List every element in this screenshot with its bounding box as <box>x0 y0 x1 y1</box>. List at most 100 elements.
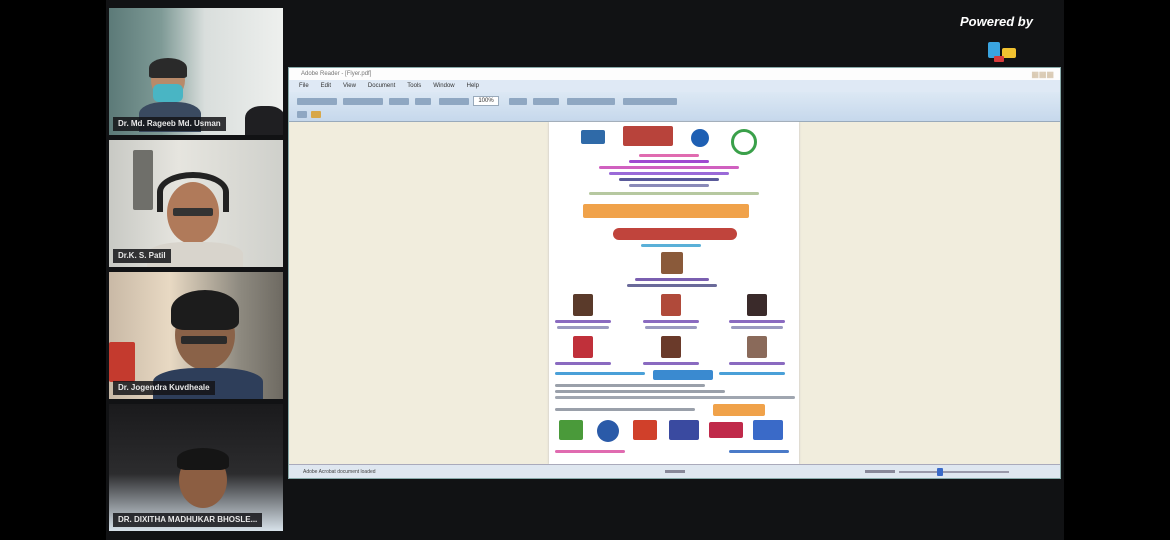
toolbar-button-email[interactable] <box>389 98 409 105</box>
zoom-slider-handle[interactable] <box>937 468 943 476</box>
text-line <box>731 326 783 329</box>
menu-document[interactable]: Document <box>368 80 395 92</box>
speaker-photo <box>747 336 767 358</box>
toolbar-button-sign[interactable] <box>567 98 615 105</box>
toolbar-button-page[interactable] <box>439 98 469 105</box>
text-line <box>555 362 611 365</box>
participant-name: Dr. Md. Rageeb Md. Usman <box>113 117 226 131</box>
text-line <box>641 244 701 247</box>
participant-hair <box>149 58 187 78</box>
shadow-figure <box>245 106 283 135</box>
sponsor-logo-icon <box>709 422 743 438</box>
speaker-photo <box>747 294 767 316</box>
text-line <box>555 396 795 399</box>
toolbar-button-print[interactable] <box>343 98 383 105</box>
text-line <box>627 284 717 287</box>
powered-by-label: Powered by <box>960 14 1033 29</box>
text-line <box>635 278 709 281</box>
sponsor-logo-icon <box>559 420 583 440</box>
menu-help[interactable]: Help <box>467 80 479 92</box>
background-object <box>109 342 135 382</box>
participant-hair <box>171 290 239 330</box>
shared-screen[interactable]: Adobe Reader - [Flyer.pdf] ▦▦▦ File Edit… <box>288 67 1061 479</box>
face-mask <box>153 84 183 102</box>
text-line <box>599 166 739 169</box>
menu-window[interactable]: Window <box>433 80 454 92</box>
text-line <box>729 320 785 323</box>
text-line <box>643 362 699 365</box>
text-line <box>639 154 699 157</box>
speaker-photo <box>573 294 593 316</box>
presenter-watermark-icon: ▦▦▦ <box>1031 70 1054 79</box>
participant-tile-2[interactable]: Dr.K. S. Patil <box>109 140 283 267</box>
speaker-photo <box>661 252 683 274</box>
text-line <box>629 184 709 187</box>
zoom-slider-label <box>865 470 895 473</box>
participant-tile-1[interactable]: Dr. Md. Rageeb Md. Usman <box>109 8 283 135</box>
speaker-photo <box>661 294 681 316</box>
text-line <box>719 372 785 375</box>
text-line <box>555 372 645 375</box>
text-line <box>609 172 729 175</box>
participant-name: Dr.K. S. Patil <box>113 249 171 263</box>
register-badge <box>713 404 765 416</box>
glasses <box>173 208 213 216</box>
text-line <box>555 450 625 453</box>
text-line <box>555 408 695 411</box>
status-bar: Adobe Acrobat document loaded <box>289 464 1060 478</box>
text-line <box>729 450 789 453</box>
toolbar-button-find[interactable] <box>415 98 431 105</box>
logo-2-icon <box>623 126 673 146</box>
toolbar-button-select[interactable] <box>311 111 321 118</box>
text-line <box>729 362 785 365</box>
menu-file[interactable]: File <box>299 80 309 92</box>
pdf-page <box>549 122 799 464</box>
status-text: Adobe Acrobat document loaded <box>303 469 376 475</box>
document-viewport[interactable] <box>289 122 1060 464</box>
text-line <box>645 326 697 329</box>
glasses <box>181 336 227 344</box>
participant-tile-3[interactable]: Dr. Jogendra Kuvdheale <box>109 272 283 399</box>
toolbar-button-save[interactable] <box>297 98 337 105</box>
presenter-logo-icon <box>988 42 1016 62</box>
text-line <box>555 384 705 387</box>
speaker-photo <box>573 336 593 358</box>
text-line <box>643 320 699 323</box>
toolbar-button-zoom[interactable] <box>509 98 527 105</box>
logo-3-icon <box>691 129 709 147</box>
sponsor-logo-icon <box>753 420 783 440</box>
text-line <box>555 390 725 393</box>
menu-bar: File Edit View Document Tools Window Hel… <box>289 80 1060 92</box>
headphones <box>157 172 229 212</box>
speaker-photo <box>661 336 681 358</box>
toolbar-button-hand[interactable] <box>297 111 307 118</box>
text-line <box>555 320 611 323</box>
menu-tools[interactable]: Tools <box>407 80 421 92</box>
participant-hair <box>177 448 229 470</box>
sponsor-logo-icon <box>633 420 657 440</box>
banner-red <box>613 228 737 240</box>
qr-banner <box>653 370 713 380</box>
toolbar: 100% <box>289 92 1060 122</box>
text-line <box>619 178 719 181</box>
participant-tile-4[interactable]: DR. DIXITHA MADHUKAR BHOSLE... <box>109 404 283 531</box>
menu-edit[interactable]: Edit <box>321 80 331 92</box>
window-titlebar: Adobe Reader - [Flyer.pdf] ▦▦▦ <box>289 68 1060 80</box>
participant-name: Dr. Jogendra Kuvdheale <box>113 381 215 395</box>
participant-name: DR. DIXITHA MADHUKAR BHOSLE... <box>113 513 263 527</box>
page-navigation[interactable] <box>665 470 685 473</box>
logo-4-icon <box>731 129 757 155</box>
text-line <box>589 192 759 195</box>
text-line <box>557 326 609 329</box>
menu-view[interactable]: View <box>343 80 356 92</box>
zoom-field[interactable]: 100% <box>473 96 499 106</box>
toolbar-button-fit[interactable] <box>533 98 559 105</box>
toolbar-button-comment[interactable] <box>623 98 677 105</box>
window-title: Adobe Reader - [Flyer.pdf] <box>301 71 372 77</box>
sponsor-logo-icon <box>669 420 699 440</box>
logo-1-icon <box>581 130 605 144</box>
wall-object <box>133 150 153 210</box>
banner-orange <box>583 204 749 218</box>
zoom-slider-track[interactable] <box>899 471 1009 473</box>
video-conference-stage: Dr. Md. Rageeb Md. Usman Dr.K. S. Patil … <box>0 0 1170 540</box>
